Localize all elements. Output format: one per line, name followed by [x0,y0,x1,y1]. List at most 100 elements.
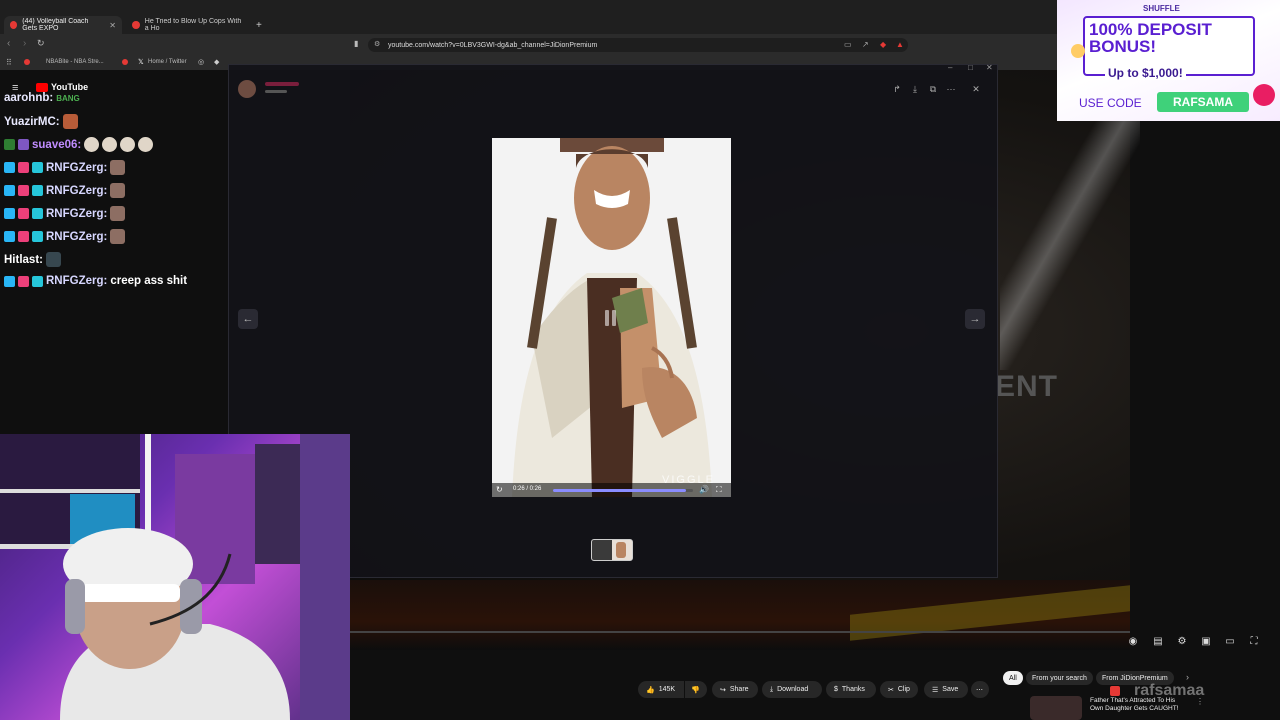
settings-gear-icon[interactable]: ⚙ [1176,636,1188,648]
extension-alert-icon[interactable]: ▲ [896,40,904,49]
url-text: youtube.com/watch?v=0LBV3GWI-dg&ab_chann… [388,41,598,49]
save-playlist-icon: ☰ [932,686,939,694]
more-actions-button[interactable]: ⋯ [971,681,989,698]
chevron-right-icon[interactable]: › [1186,672,1189,682]
like-button[interactable]: 👍 145K [638,681,684,698]
ad-subline: Up to $1,000! [1105,66,1186,80]
youtube-logo-icon [36,83,48,92]
bookmark-icon[interactable]: ▮ [354,39,358,48]
forward-arrow-icon[interactable]: › [23,38,26,49]
bookmark-nbabite[interactable]: NBABite - NBA Stre... [46,59,104,65]
new-tab-button[interactable]: + [250,16,264,34]
skull-emote-icon [102,137,118,152]
more-options-icon[interactable]: ⋯ [944,82,958,96]
previous-arrow-icon[interactable]: ← [238,309,258,329]
gem-badge-icon [32,162,43,173]
tab-title: (44) Volleyball Coach Gets EXPO [22,18,89,32]
skull-emote-icon [120,137,136,152]
ad-promo-code[interactable]: RAFSAMA [1157,92,1249,112]
save-button[interactable]: ☰ Save [924,681,968,698]
streamer-watermark: rafsamaa [1134,682,1205,699]
download-button[interactable]: ⤓ Download [762,681,822,698]
close-icon[interactable]: ✕ [969,82,983,96]
gem-badge-icon [32,208,43,219]
face-emote-icon [110,160,126,175]
chat-username: aarohnb: [4,92,54,104]
share-icon[interactable]: ↗ [862,40,869,49]
autoplay-toggle-icon[interactable]: ◉ [1124,636,1142,648]
cast-icon[interactable]: ▭ [844,40,852,49]
bookmark-favicon-icon [24,59,30,65]
address-bar[interactable]: ⚙ youtube.com/watch?v=0LBV3GWI-dg&ab_cha… [368,38,908,52]
super-thanks-icon: $ [834,686,838,693]
attachment-thumbnail[interactable] [591,539,633,561]
chat-message: RNFGZerg: [4,183,126,198]
miniplayer-icon[interactable]: ▣ [1200,636,1212,648]
share-button[interactable]: ↪ Share [712,681,758,698]
video-overlay-text: ENT [995,370,1058,403]
recommendation-thumbnail[interactable] [1030,696,1082,720]
face-emote-icon [110,183,126,198]
window-close-icon[interactable]: ✕ [986,63,993,72]
apps-grid-icon[interactable]: ⠿ [6,58,12,67]
download-icon[interactable]: ⤓ [908,82,922,96]
site-settings-icon[interactable]: ⚙ [374,40,380,48]
clip-button[interactable]: ✂ Clip [880,681,918,698]
chat-username: RNFGZerg: [46,207,108,220]
close-tab-icon[interactable]: ✕ [109,21,116,30]
youtube-favicon-icon [132,21,140,29]
post-time-redacted [265,90,287,93]
minimize-icon[interactable]: – [948,63,952,72]
chip-from-search[interactable]: From your search [1026,671,1093,685]
maximize-icon[interactable]: □ [968,63,973,72]
sponsor-ad-banner[interactable]: SHUFFLE 100% DEPOSIT BONUS! Up to $1,000… [1057,0,1280,121]
fullscreen-icon[interactable]: ⛶ [1248,636,1260,648]
media-time: 0:26 / 0:26 [513,486,542,492]
media-progress-fill [553,489,686,492]
next-arrow-icon[interactable]: → [965,309,985,329]
back-arrow-icon[interactable]: ‹ [7,38,10,49]
moderator-badge-icon [4,185,15,196]
globe-icon: ◎ [198,59,205,66]
chat-message: RNFGZerg: [4,229,126,244]
volume-icon[interactable]: 🔊 [699,485,709,494]
sword-badge-icon [18,208,29,219]
chat-message: aarohnb: BANG [4,92,80,104]
chat-username: RNFGZerg: [46,230,108,243]
tab-title: He Tried to Blow Up Cops With a Ho [144,18,242,32]
tab-volleyball-coach[interactable]: (44) Volleyball Coach Gets EXPO ✕ [4,16,122,34]
light-streak [1000,110,1140,370]
reload-icon[interactable]: ↻ [37,38,45,49]
chat-message: suave06: [4,137,154,152]
streamer-webcam [0,434,350,720]
video-attachment[interactable]: VIGGLE [492,138,731,497]
face-emote-icon [110,229,126,244]
bookmark-twitter[interactable]: Home / Twitter [148,59,187,65]
thanks-button[interactable]: $ Thanks [826,681,876,698]
replay-icon[interactable]: ↻ [496,485,503,494]
share-label: Share [729,686,749,693]
youtube-favicon-icon [10,21,18,29]
captions-icon[interactable]: ▤ [1152,636,1164,648]
video-progress-bar[interactable] [350,631,1130,633]
face-emote-icon [110,206,126,221]
chat-message: RNFGZerg: [4,206,126,221]
pause-icon[interactable] [604,310,618,326]
sword-badge-icon [18,275,29,287]
clip-label: Clip [897,686,910,693]
theater-mode-icon[interactable]: ▭ [1224,636,1236,648]
save-label: Save [942,686,959,693]
moderator-badge-icon [4,275,15,287]
chip-all[interactable]: All [1003,671,1023,685]
dislike-button[interactable]: 👎 [685,681,707,698]
face-emote-icon [45,252,61,267]
tab-blow-up-cops[interactable]: He Tried to Blow Up Cops With a Ho [126,16,248,34]
extension-shield-icon[interactable]: ◆ [880,40,886,49]
forward-icon[interactable]: ↱ [890,82,904,96]
chat-message: RNFGZerg: [4,160,126,175]
youtube-logo-icon [1110,686,1120,696]
chat-message: RNFGZerg: creep ass shit [4,275,187,287]
fullscreen-icon[interactable]: ⛶ [716,485,722,495]
verified-badge-icon [18,139,29,150]
open-external-icon[interactable]: ⧉ [926,82,940,96]
